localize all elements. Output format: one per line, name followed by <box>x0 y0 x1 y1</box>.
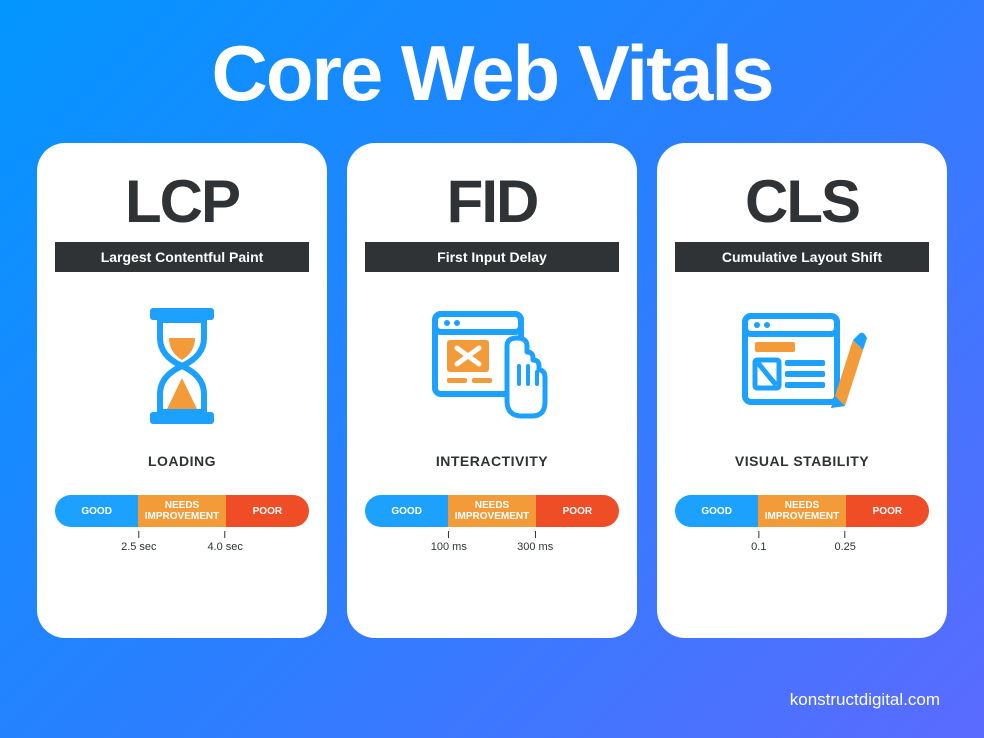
gauge-good: GOOD <box>675 495 758 527</box>
main-title: Core Web Vitals <box>0 0 984 143</box>
gauge-needs: NEEDS IMPROVEMENT <box>758 495 845 527</box>
card-cls: CLS Cumulative Layout Shift VISUAL STABI… <box>657 143 947 638</box>
cls-abbr: CLS <box>745 167 859 236</box>
gauge-poor: POOR <box>846 495 929 527</box>
cls-fullname: Cumulative Layout Shift <box>675 242 929 272</box>
lcp-abbr: LCP <box>125 167 239 236</box>
gauge-poor: POOR <box>536 495 619 527</box>
cls-gauge: GOOD NEEDS IMPROVEMENT POOR 0.1 0.25 <box>675 495 929 559</box>
layout-icon <box>737 298 867 433</box>
gauge-needs: NEEDS IMPROVEMENT <box>138 495 225 527</box>
gauge-good: GOOD <box>365 495 448 527</box>
lcp-threshold-1: 2.5 sec <box>121 531 156 553</box>
lcp-gauge: GOOD NEEDS IMPROVEMENT POOR 2.5 sec 4.0 … <box>55 495 309 559</box>
interaction-icon <box>427 298 557 433</box>
fid-threshold-1: 100 ms <box>431 531 467 553</box>
gauge-good: GOOD <box>55 495 138 527</box>
fid-threshold-2: 300 ms <box>517 531 553 553</box>
cards-row: LCP Largest Contentful Paint LOADING GOO… <box>0 143 984 638</box>
card-fid: FID First Input Delay INTERACTIVITY GOOD <box>347 143 637 638</box>
lcp-category: LOADING <box>148 453 216 469</box>
gauge-needs: NEEDS IMPROVEMENT <box>448 495 535 527</box>
fid-fullname: First Input Delay <box>365 242 619 272</box>
fid-category: INTERACTIVITY <box>436 453 548 469</box>
footer-attribution: konstructdigital.com <box>790 690 940 710</box>
cls-threshold-2: 0.25 <box>834 531 855 553</box>
cls-category: VISUAL STABILITY <box>735 453 869 469</box>
lcp-fullname: Largest Contentful Paint <box>55 242 309 272</box>
cls-threshold-1: 0.1 <box>751 531 766 553</box>
hourglass-icon <box>142 298 222 433</box>
lcp-threshold-2: 4.0 sec <box>207 531 242 553</box>
fid-gauge: GOOD NEEDS IMPROVEMENT POOR 100 ms 300 m… <box>365 495 619 559</box>
card-lcp: LCP Largest Contentful Paint LOADING GOO… <box>37 143 327 638</box>
gauge-poor: POOR <box>226 495 309 527</box>
fid-abbr: FID <box>447 167 538 236</box>
